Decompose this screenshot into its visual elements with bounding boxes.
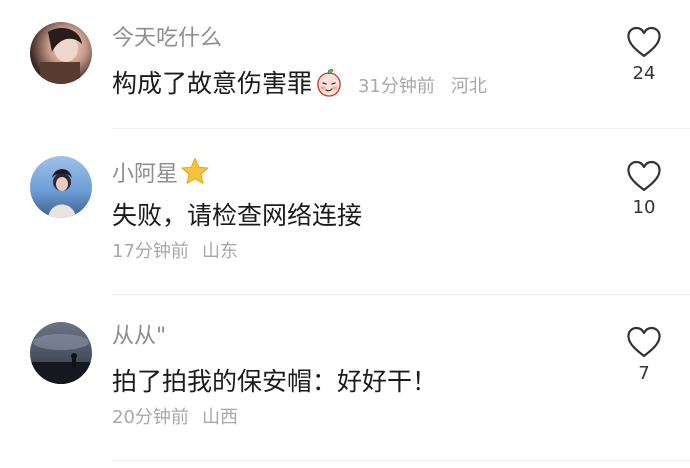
divider [112, 294, 690, 295]
comment-location: 山西 [202, 407, 238, 428]
avatar[interactable] [30, 322, 92, 384]
divider [112, 128, 690, 129]
like-count: 24 [632, 63, 656, 84]
username[interactable]: 小阿星 [112, 162, 178, 187]
comment-item: 今天吃什么 构成了故意伤害罪 31分钟前 河北 24 [0, 0, 690, 130]
like-count: 10 [632, 197, 656, 218]
username[interactable]: 从从" [112, 323, 166, 351]
comment-text: 拍了拍我的保安帽：好好干！ [112, 367, 438, 396]
avatar[interactable] [30, 156, 92, 218]
star-icon [180, 157, 210, 193]
comment-text: 构成了故意伤害罪 [112, 69, 313, 98]
like-button[interactable]: 7 [622, 326, 666, 386]
comment-text: 失败，请检查网络连接 [112, 201, 363, 230]
comment-location: 河北 [450, 76, 487, 97]
comment-line: 构成了故意伤害罪 31分钟前 河北 [112, 67, 487, 107]
avatar[interactable] [30, 22, 92, 84]
divider [112, 460, 690, 461]
comment-item: 小阿星 失败，请检查网络连接 17分钟前 山东 10 [0, 130, 690, 296]
username[interactable]: 今天吃什么 [112, 25, 222, 53]
comment-time: 31分钟前 [357, 76, 435, 97]
like-button[interactable]: 10 [622, 160, 666, 220]
heart-icon[interactable] [626, 160, 662, 192]
heart-icon[interactable] [626, 26, 662, 58]
comment-item: 从从" 拍了拍我的保安帽：好好干！ 20分钟前 山西 7 [0, 296, 690, 468]
heart-icon[interactable] [626, 326, 662, 358]
comment-time: 17分钟前 [112, 241, 189, 262]
comment-location: 山东 [202, 241, 238, 262]
username-row: 小阿星 [112, 157, 210, 193]
peach-smirk-emoji-icon [314, 68, 344, 107]
comment-time: 20分钟前 [112, 407, 189, 428]
like-button[interactable]: 24 [622, 26, 666, 86]
comment-meta: 17分钟前 山东 [112, 239, 238, 265]
comment-meta: 20分钟前 山西 [112, 405, 238, 431]
like-count: 7 [638, 363, 650, 384]
